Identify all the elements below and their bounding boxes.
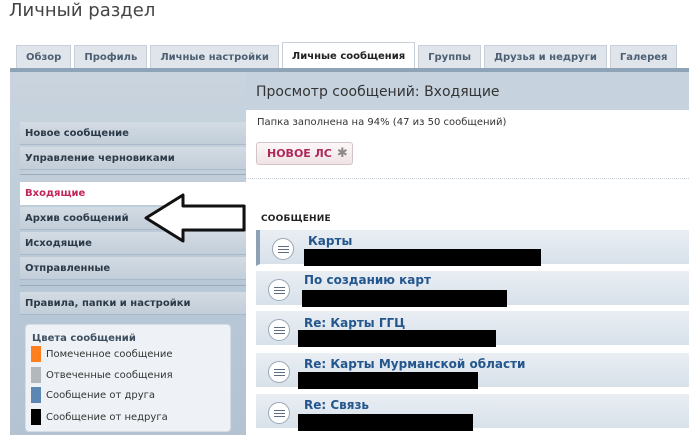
redacted-preview xyxy=(298,330,496,347)
message-icon xyxy=(268,279,290,301)
arrow-left-icon xyxy=(144,193,246,243)
redacted-preview xyxy=(304,249,541,266)
sidebar-item-sent[interactable]: Отправленные xyxy=(20,257,246,280)
message-icon xyxy=(268,319,290,341)
message-row[interactable]: Re: Карты ГГЦ xyxy=(256,311,689,347)
legend-title: Цвета сообщений xyxy=(32,333,136,344)
message-row[interactable]: Карты xyxy=(256,230,689,266)
message-colors-legend: Цвета сообщений Помеченное сообщение Отв… xyxy=(25,324,231,432)
message-subject[interactable]: Карты xyxy=(308,234,352,248)
message-icon xyxy=(272,238,294,260)
message-subject[interactable]: Re: Карты Мурманской области xyxy=(304,357,525,371)
sidebar-divider xyxy=(20,174,246,175)
message-icon xyxy=(268,402,290,424)
message-row[interactable]: По созданию карт xyxy=(256,271,689,307)
legend-swatch xyxy=(31,387,41,403)
legend-label: Отвеченные сообщения xyxy=(46,369,173,381)
message-icon xyxy=(268,361,290,383)
tab-personal-settings[interactable]: Личные настройки xyxy=(150,45,279,69)
folder-usage-text: Папка заполнена на 94% (47 из 50 сообщен… xyxy=(257,117,507,128)
legend-entry: Помеченное сообщение xyxy=(31,346,173,362)
new-message-label: НОВОЕ ЛС xyxy=(267,147,332,160)
redacted-preview xyxy=(298,372,478,389)
legend-label: Сообщение от недруга xyxy=(46,411,168,423)
legend-label: Сообщение от друга xyxy=(46,389,156,401)
page-title: Личный раздел xyxy=(9,0,156,21)
redacted-preview xyxy=(298,414,473,431)
dotted-divider xyxy=(246,178,689,179)
sidebar-item-new-message[interactable]: Новое сообщение xyxy=(20,122,246,145)
legend-swatch xyxy=(31,409,41,425)
tab-profile[interactable]: Профиль xyxy=(74,45,148,69)
tab-bar: Обзор Профиль Личные настройки Личные со… xyxy=(16,42,680,70)
legend-entry: Отвеченные сообщения xyxy=(31,367,173,383)
message-subject[interactable]: Re: Связь xyxy=(304,398,369,412)
sidebar-item-drafts[interactable]: Управление черновиками xyxy=(20,147,246,170)
tab-friends-foes[interactable]: Друзья и недруги xyxy=(484,45,607,69)
legend-entry: Сообщение от друга xyxy=(31,387,155,403)
new-message-button[interactable]: НОВОЕ ЛС ✱ xyxy=(256,142,353,165)
message-subject[interactable]: Re: Карты ГГЦ xyxy=(304,316,405,330)
tab-overview[interactable]: Обзор xyxy=(16,45,72,69)
column-header-message: СООБЩЕНИЕ xyxy=(261,214,331,224)
sidebar-item-rules-settings[interactable]: Правила, папки и настройки xyxy=(20,292,246,315)
legend-swatch xyxy=(31,346,41,362)
message-row[interactable]: Re: Связь xyxy=(256,394,689,431)
view-title: Просмотр сообщений: Входящие xyxy=(256,84,500,100)
star-icon: ✱ xyxy=(336,146,348,161)
message-row[interactable]: Re: Карты Мурманской области xyxy=(256,353,689,389)
legend-label: Помеченное сообщение xyxy=(46,348,173,360)
redacted-preview xyxy=(302,290,507,307)
tab-private-messages[interactable]: Личные сообщения xyxy=(281,42,416,70)
main-header: Просмотр сообщений: Входящие xyxy=(246,72,689,110)
tab-gallery[interactable]: Галерея xyxy=(609,45,678,69)
sidebar-divider xyxy=(20,285,246,286)
legend-swatch xyxy=(31,367,41,383)
legend-entry: Сообщение от недруга xyxy=(31,409,168,425)
message-subject[interactable]: По созданию карт xyxy=(304,273,431,287)
tab-groups[interactable]: Группы xyxy=(418,45,482,69)
